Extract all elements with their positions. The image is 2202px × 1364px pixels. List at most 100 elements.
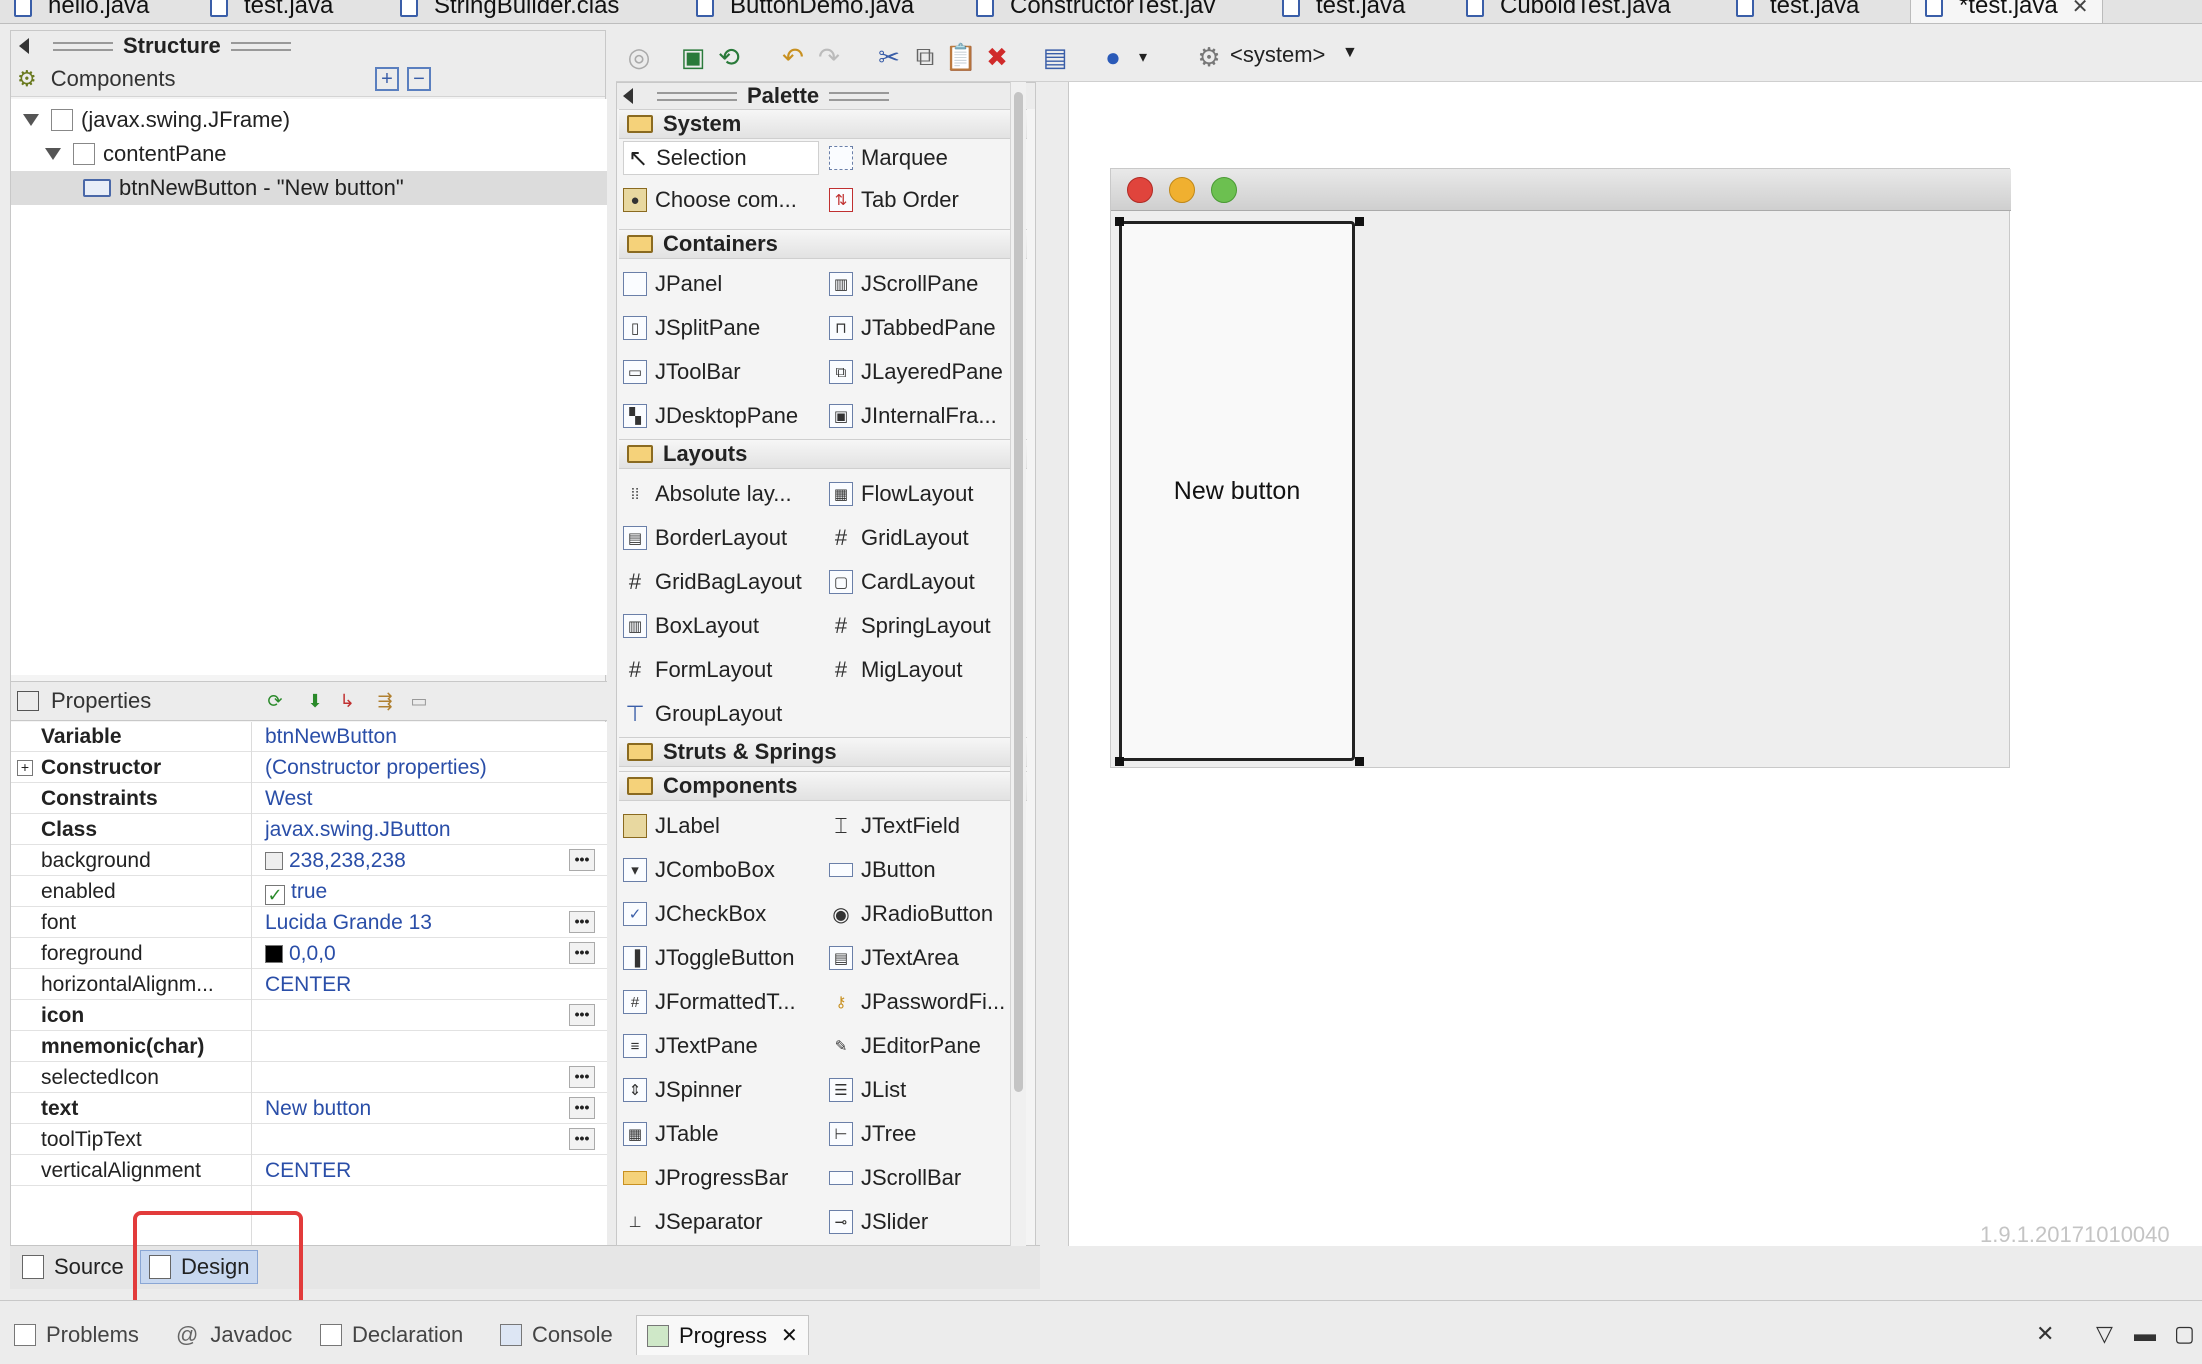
show-events-icon[interactable]: ⟳	[261, 688, 289, 714]
chevron-down-icon[interactable]: ▾	[1126, 40, 1160, 74]
prop-row-font[interactable]: font Lucida Grande 13 •••	[11, 908, 607, 938]
prop-row-text[interactable]: text New button •••	[11, 1094, 607, 1124]
prop-row-horizontal-alignment[interactable]: horizontalAlignm... CENTER	[11, 970, 607, 1000]
remove-all-finished-icon[interactable]: ✕	[2036, 1321, 2054, 1347]
palette-item-jseparator[interactable]: ⊥ JSeparator	[623, 1205, 762, 1239]
ellipsis-button[interactable]: •••	[569, 1004, 595, 1026]
convert-local-icon[interactable]: ↳	[333, 688, 361, 714]
palette-item-borderlayout[interactable]: ▤ BorderLayout	[623, 521, 787, 555]
tree-node-contentpane[interactable]: contentPane	[11, 137, 607, 171]
palette-item-jtable[interactable]: ▦ JTable	[623, 1117, 719, 1151]
cut-icon[interactable]: ✂	[872, 40, 906, 74]
minimize-icon[interactable]: ▬	[2134, 1321, 2156, 1347]
redo-icon[interactable]: ↷	[812, 40, 846, 74]
prop-row-mnemonic[interactable]: mnemonic(char)	[11, 1032, 607, 1062]
properties-view-icon[interactable]: ▤	[1038, 40, 1072, 74]
delete-icon[interactable]: ✖	[980, 40, 1014, 74]
expand-plus-icon[interactable]: +	[17, 760, 33, 776]
palette-item-selection[interactable]: ↖ Selection	[623, 141, 819, 175]
palette-item-jcheckbox[interactable]: ✓ JCheckBox	[623, 897, 766, 931]
palette-item-jscrollbar[interactable]: JScrollBar	[829, 1161, 961, 1195]
editor-tab-test-java-2[interactable]: test.java	[1282, 0, 1405, 23]
editor-tab-constructortest[interactable]: ConstructorTest.jav	[976, 0, 1215, 23]
palette-item-jtogglebutton[interactable]: ▐ JToggleButton	[623, 941, 794, 975]
minimize-traffic-light-icon[interactable]	[1169, 177, 1195, 203]
palette-item-jpasswordfield[interactable]: ⚷ JPasswordFi...	[829, 985, 1006, 1019]
palette-item-tab-order[interactable]: ⇅ Tab Order	[829, 183, 959, 217]
palette-item-jcombobox[interactable]: ▾ JComboBox	[623, 853, 775, 887]
prop-row-background[interactable]: background 238,238,238 •••	[11, 846, 607, 876]
palette-item-gridlayout[interactable]: # GridLayout	[829, 521, 969, 555]
expand-triangle-icon[interactable]	[45, 148, 61, 160]
collapse-left-icon[interactable]	[19, 38, 29, 54]
tree-node-btnnewbutton[interactable]: btnNewButton - "New button"	[11, 171, 607, 205]
prop-row-foreground[interactable]: foreground 0,0,0 •••	[11, 939, 607, 969]
drag-grip[interactable]	[657, 91, 737, 101]
frame-title-bar[interactable]	[1111, 169, 2011, 211]
palette-item-formlayout[interactable]: # FormLayout	[623, 653, 773, 687]
maximize-icon[interactable]: ▢	[2174, 1321, 2195, 1347]
ellipsis-button[interactable]: •••	[569, 942, 595, 964]
prop-row-enabled[interactable]: enabled ✓ true	[11, 877, 607, 907]
editor-tab-hello-java[interactable]: hello.java	[14, 0, 149, 23]
prop-row-constraints[interactable]: Constraints West	[11, 784, 607, 814]
palette-item-marquee[interactable]: Marquee	[829, 141, 948, 175]
tab-progress[interactable]: Progress ✕	[636, 1315, 809, 1355]
prop-row-tooltiptext[interactable]: toolTipText •••	[11, 1125, 607, 1155]
scrollbar-thumb[interactable]	[1014, 92, 1023, 1092]
palette-item-jbutton[interactable]: JButton	[829, 853, 936, 887]
editor-tab-test-java-3[interactable]: test.java	[1736, 0, 1859, 23]
expand-triangle-icon[interactable]	[23, 114, 39, 126]
view-menu-icon[interactable]: ▽	[2096, 1321, 2113, 1347]
editor-tab-buttondemo[interactable]: ButtonDemo.java	[696, 0, 914, 23]
palette-item-jtree[interactable]: ⊢ JTree	[829, 1117, 916, 1151]
palette-item-jradiobutton[interactable]: ◉ JRadioButton	[829, 897, 993, 931]
palette-category-layouts[interactable]: Layouts	[619, 439, 1027, 469]
palette-item-jscrollpane[interactable]: ▥ JScrollPane	[829, 267, 978, 301]
export-icon[interactable]: ▣	[676, 40, 710, 74]
palette-item-jlabel[interactable]: JLabel	[623, 809, 720, 843]
ellipsis-button[interactable]: •••	[569, 849, 595, 871]
tab-source[interactable]: Source	[14, 1250, 132, 1284]
goto-definition-icon[interactable]: ⬇	[301, 688, 329, 714]
palette-item-jtextarea[interactable]: ▤ JTextArea	[829, 941, 959, 975]
resize-handle[interactable]	[1115, 757, 1124, 766]
ellipsis-button[interactable]: •••	[569, 1066, 595, 1088]
palette-item-jtextfield[interactable]: ⌶ JTextField	[829, 809, 960, 843]
drag-grip[interactable]	[53, 41, 113, 51]
palette-item-jtoolbar[interactable]: ▭ JToolBar	[623, 355, 741, 389]
refresh-icon[interactable]: ⟲	[712, 40, 746, 74]
palette-category-system[interactable]: System	[619, 109, 1027, 139]
palette-category-struts-springs[interactable]: Struts & Springs	[619, 737, 1027, 767]
close-traffic-light-icon[interactable]	[1127, 177, 1153, 203]
drag-grip[interactable]	[230, 41, 291, 51]
undo-icon[interactable]: ↶	[776, 40, 810, 74]
prop-row-variable[interactable]: Variable btnNewButton	[11, 722, 607, 752]
palette-scrollbar[interactable]	[1010, 82, 1026, 1246]
palette-item-springlayout[interactable]: # SpringLayout	[829, 609, 991, 643]
palette-item-gridbaglayout[interactable]: # GridBagLayout	[623, 565, 802, 599]
collapse-left-icon[interactable]	[623, 88, 633, 104]
ellipsis-button[interactable]: •••	[569, 1097, 595, 1119]
resize-handle[interactable]	[1115, 217, 1124, 226]
palette-item-jpanel[interactable]: JPanel	[623, 267, 722, 301]
expand-all-icon[interactable]: +	[375, 67, 399, 91]
palette-item-jformattedtextfield[interactable]: # JFormattedT...	[623, 985, 796, 1019]
new-button-preview[interactable]: New button	[1119, 221, 1355, 761]
show-advanced-icon[interactable]: ⇶	[371, 688, 399, 714]
palette-item-jtextpane[interactable]: ≡ JTextPane	[623, 1029, 758, 1063]
ellipsis-button[interactable]: •••	[569, 1128, 595, 1150]
look-and-feel-select[interactable]: <system>	[1230, 42, 1325, 68]
close-tab-icon[interactable]: ✕	[781, 1323, 798, 1348]
palette-item-jsplitpane[interactable]: ▯ JSplitPane	[623, 311, 760, 345]
editor-tab-stringbuilder[interactable]: StringBuilder.clas	[400, 0, 619, 23]
jframe-preview[interactable]: New button	[1110, 168, 2011, 768]
tab-console[interactable]: Console	[500, 1315, 613, 1355]
resize-handle[interactable]	[1355, 757, 1364, 766]
editor-tab-test-java-active[interactable]: *test.java ✕	[1910, 0, 2104, 23]
collapse-all-icon[interactable]: −	[407, 67, 431, 91]
tab-problems[interactable]: Problems	[14, 1315, 139, 1355]
gear-icon[interactable]: ⚙	[1192, 40, 1226, 74]
tab-javadoc[interactable]: @ Javadoc	[176, 1315, 292, 1355]
palette-item-jtabbedpane[interactable]: ⊓ JTabbedPane	[829, 311, 996, 345]
